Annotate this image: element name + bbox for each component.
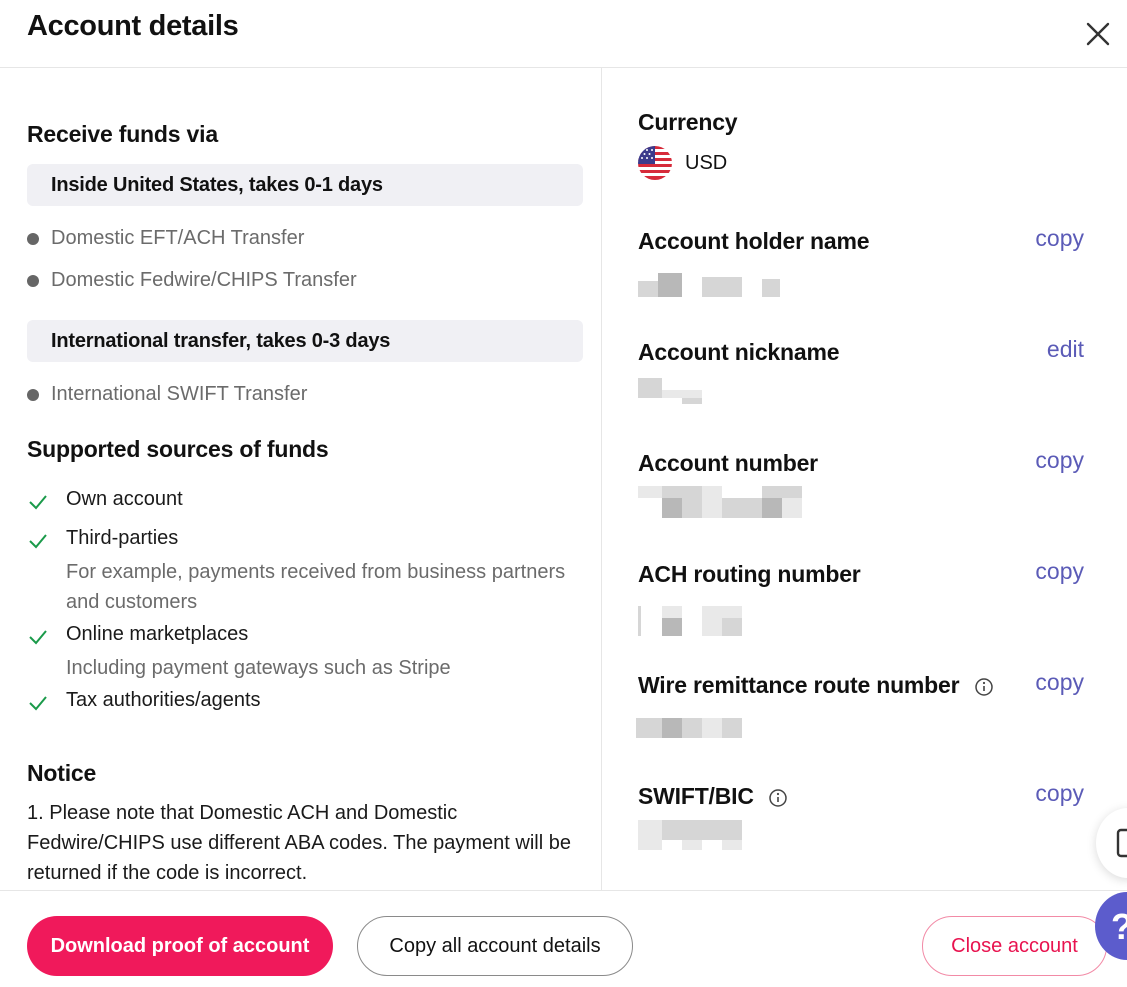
right-panel: Currency USD Account holder name copy Ac…	[602, 68, 1127, 890]
copy-ach-button[interactable]: copy	[1035, 558, 1084, 585]
edit-nickname-button[interactable]: edit	[1047, 336, 1084, 363]
account-nickname-label: Account nickname	[638, 339, 840, 365]
check-icon	[29, 696, 47, 711]
ach-routing-label: ACH routing number	[638, 561, 861, 587]
clipboard-icon	[1116, 828, 1127, 858]
list-item: Domestic EFT/ACH Transfer	[27, 227, 304, 250]
modal-title: Account details	[27, 10, 239, 42]
notice-title: Notice	[27, 760, 97, 786]
domestic-band-label: Inside United States, takes 0-1 days	[51, 174, 383, 196]
help-icon: ?	[1111, 906, 1127, 948]
list-item: International SWIFT Transfer	[27, 383, 307, 406]
domestic-band: Inside United States, takes 0-1 days	[27, 164, 583, 206]
copy-all-details-button[interactable]: Copy all account details	[357, 916, 633, 976]
sources-title: Supported sources of funds	[27, 436, 329, 462]
download-proof-button[interactable]: Download proof of account	[27, 916, 333, 976]
list-item: Domestic Fedwire/CHIPS Transfer	[27, 269, 357, 292]
swift-bic-label: SWIFT/BIC	[638, 783, 788, 810]
close-account-button[interactable]: Close account	[922, 916, 1107, 976]
wire-remittance-label: Wire remittance route number	[638, 672, 994, 699]
method-label: International SWIFT Transfer	[51, 383, 308, 405]
international-band: International transfer, takes 0-3 days	[27, 320, 583, 362]
bullet-dot	[27, 274, 39, 287]
swift-bic-text: SWIFT/BIC	[638, 783, 754, 809]
account-holder-label: Account holder name	[638, 228, 870, 254]
currency-label: Currency	[638, 109, 738, 135]
source-label: Online marketplaces	[66, 623, 249, 645]
bullet-dot	[27, 232, 39, 245]
check-icon	[29, 630, 47, 645]
check-icon	[29, 495, 47, 510]
notice-text: 1. Please note that Domestic ACH and Dom…	[27, 802, 571, 884]
left-panel: Receive funds via Inside United States, …	[0, 68, 601, 890]
close-icon[interactable]	[1084, 20, 1112, 48]
copy-wire-button[interactable]: copy	[1035, 669, 1084, 696]
modal-footer: Download proof of account Copy all accou…	[0, 890, 1127, 987]
modal-header: Account details	[0, 0, 1127, 68]
source-description: For example, payments received from busi…	[66, 561, 566, 613]
bullet-dot	[27, 388, 39, 401]
info-icon[interactable]	[768, 788, 788, 808]
source-label: Third-parties	[66, 527, 179, 549]
copy-swift-button[interactable]: copy	[1035, 780, 1084, 807]
wire-remittance-text: Wire remittance route number	[638, 672, 960, 698]
info-icon[interactable]	[974, 677, 994, 697]
currency-value: USD	[685, 152, 728, 174]
source-description: Including payment gateways such as Strip…	[66, 657, 451, 679]
copy-account-number-button[interactable]: copy	[1035, 447, 1084, 474]
copy-holder-button[interactable]: copy	[1035, 225, 1084, 252]
international-band-label: International transfer, takes 0-3 days	[51, 330, 391, 352]
method-label: Domestic EFT/ACH Transfer	[51, 227, 305, 249]
source-label: Tax authorities/agents	[66, 689, 261, 711]
check-icon	[29, 534, 47, 549]
receive-funds-title: Receive funds via	[27, 121, 218, 147]
source-label: Own account	[66, 488, 183, 510]
method-label: Domestic Fedwire/CHIPS Transfer	[51, 269, 357, 291]
us-flag-icon	[638, 146, 672, 180]
account-number-label: Account number	[638, 450, 818, 476]
